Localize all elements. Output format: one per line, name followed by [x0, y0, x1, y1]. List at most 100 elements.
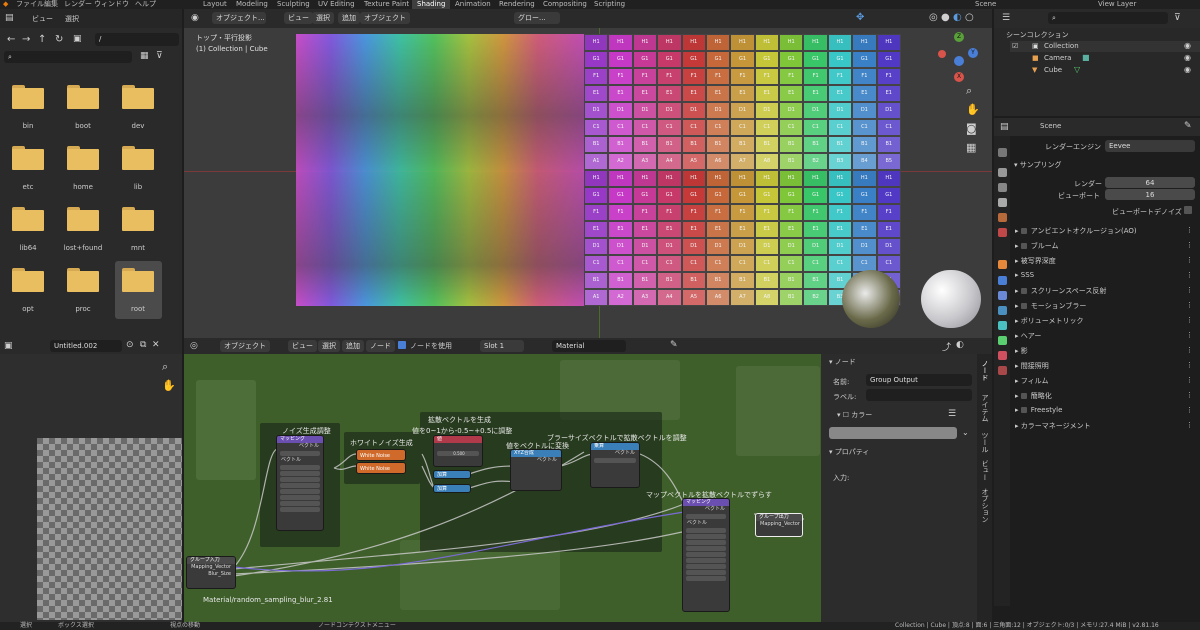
outliner-row-camera[interactable]: ■ Camera ■ ◉ — [1010, 53, 1200, 64]
node-rotation-y[interactable] — [686, 552, 726, 557]
view-layer-tab-icon[interactable] — [998, 198, 1007, 207]
folder-icon[interactable] — [12, 207, 44, 231]
navigation-gizmo[interactable]: Z Y X — [936, 32, 980, 84]
particles-tab-icon[interactable] — [998, 291, 1007, 300]
node-editor-icon[interactable]: ◎ — [190, 341, 198, 351]
section-presets-icon[interactable]: ⋮ — [1186, 316, 1193, 324]
node-scale-x[interactable] — [686, 564, 726, 569]
node-location-x[interactable] — [280, 465, 320, 470]
property-section-header[interactable]: ▸ 被写界深度 — [1015, 256, 1056, 266]
view-layer-name[interactable]: View Layer — [1098, 0, 1136, 9]
parent-dir-icon[interactable]: ↑ — [38, 34, 46, 45]
pan-hand-icon[interactable]: ✋ — [966, 103, 980, 116]
overlay-icon[interactable]: ◐ — [956, 340, 964, 350]
fb-menu-select[interactable]: 選択 — [65, 14, 79, 24]
property-section-header[interactable]: ▸ カラーマネージメント — [1015, 421, 1091, 431]
scene-name[interactable]: Scene — [975, 0, 996, 9]
back-icon[interactable]: ← — [7, 34, 15, 45]
image-new-icon[interactable]: ⧉ — [140, 340, 146, 350]
axis-y-icon[interactable]: Y — [968, 48, 978, 58]
section-checkbox[interactable] — [1020, 228, 1027, 234]
outliner-row-cube[interactable]: ▼ Cube ▽ ◉ — [1010, 65, 1200, 76]
node-rotation-x[interactable] — [686, 546, 726, 551]
render-engine-select[interactable]: Eevee — [1105, 140, 1195, 152]
parent-node-tree-icon[interactable]: ⤴ — [942, 340, 951, 353]
outliner-filter-icon[interactable]: ⊽ — [1174, 13, 1181, 23]
ne-menu-node[interactable]: ノード — [366, 340, 395, 352]
color-dropdown-icon[interactable]: ⌄ — [962, 428, 969, 437]
axis-neg-z-icon[interactable] — [954, 56, 964, 66]
section-presets-icon[interactable]: ⋮ — [1186, 241, 1193, 249]
tab-uv-editing[interactable]: UV Editing — [313, 0, 360, 9]
tab-animation[interactable]: Animation — [450, 0, 496, 9]
menu-help[interactable]: ヘルプ — [135, 0, 156, 9]
axis-x-icon[interactable]: X — [954, 72, 964, 82]
orientation-select[interactable]: グロー... — [514, 12, 560, 24]
property-section-header[interactable]: ▸ ボリューメトリック — [1015, 316, 1083, 326]
texture-tab-icon[interactable] — [998, 366, 1007, 375]
node-group-output[interactable]: グループ出力 Mapping_Vector — [755, 513, 803, 537]
object-tab-icon[interactable] — [998, 260, 1007, 269]
camera-view-icon[interactable]: ◙ — [966, 122, 977, 135]
image-zoom-icon[interactable]: ⌕ — [162, 360, 168, 374]
folder-icon[interactable] — [67, 146, 99, 170]
tab-rendering[interactable]: Rendering — [494, 0, 540, 9]
ne-menu-view[interactable]: ビュー — [288, 340, 317, 352]
section-presets-icon[interactable]: ⋮ — [1186, 256, 1193, 264]
node-value-field[interactable]: 0.500 — [437, 451, 479, 456]
tab-shading[interactable]: Shading — [412, 0, 451, 9]
outliner-editor-icon[interactable]: ☰ — [1002, 13, 1010, 23]
property-section-header[interactable]: ▸ モーションブラー — [1015, 301, 1086, 311]
tab-layout[interactable]: Layout — [198, 0, 232, 9]
properties-panel-header[interactable]: ▾ プロパティ — [829, 447, 869, 457]
folder-icon[interactable] — [12, 268, 44, 292]
node-scale-z[interactable] — [686, 576, 726, 581]
node-panel-header[interactable]: ▾ ノード — [829, 357, 856, 367]
render-tab-icon[interactable] — [998, 168, 1007, 177]
menu-file[interactable]: ファイル — [16, 0, 44, 9]
outliner-row-collection[interactable]: ☑ ▣ Collection ◉ — [1010, 41, 1200, 52]
node-rotation-y[interactable] — [280, 489, 320, 494]
tab-modeling[interactable]: Modeling — [231, 0, 273, 9]
node-mode-select[interactable]: オブジェクト — [220, 340, 270, 352]
folder-icon[interactable] — [67, 85, 99, 109]
constraints-tab-icon[interactable] — [998, 321, 1007, 330]
axis-neg-x-icon[interactable] — [938, 50, 946, 58]
render-samples-field[interactable]: 64 — [1105, 177, 1195, 188]
node-rotation-x[interactable] — [280, 483, 320, 488]
forward-icon[interactable]: → — [22, 34, 30, 45]
properties-editor-icon[interactable]: ▤ — [1000, 122, 1009, 132]
physics-tab-icon[interactable] — [998, 306, 1007, 315]
tab-scripting[interactable]: Scripting — [589, 0, 630, 9]
camera-visibility-icon[interactable]: ◉ — [1184, 53, 1191, 62]
node-math-value[interactable]: 値 0.500 — [433, 435, 483, 467]
node-white-noise-1[interactable]: White Noise Text... — [356, 449, 406, 461]
tab-node[interactable]: ノード — [980, 360, 990, 381]
section-checkbox[interactable] — [1020, 288, 1027, 294]
slot-select[interactable]: Slot 1 — [480, 340, 524, 352]
section-presets-icon[interactable]: ⋮ — [1186, 331, 1193, 339]
collection-visibility-icon[interactable]: ◉ — [1184, 41, 1191, 50]
ne-menu-add[interactable]: 追加 — [342, 340, 364, 352]
folder-icon[interactable] — [67, 207, 99, 231]
output-tab-icon[interactable] — [998, 183, 1007, 192]
material-tab-icon[interactable] — [998, 351, 1007, 360]
tab-options[interactable]: オプション — [980, 488, 990, 523]
node-color-swatch[interactable] — [829, 427, 957, 439]
section-presets-icon[interactable]: ⋮ — [1186, 226, 1193, 234]
node-group-input[interactable]: グループ入力 Mapping_Vector Blur_Size — [186, 556, 236, 589]
viewport-samples-field[interactable]: 16 — [1105, 189, 1195, 200]
viewport-denoise-checkbox[interactable] — [1184, 206, 1192, 214]
section-checkbox[interactable] — [1020, 407, 1027, 413]
property-section-header[interactable]: ▸ 簡略化 — [1015, 391, 1052, 401]
ortho-grid-icon[interactable]: ▦ — [966, 141, 976, 154]
section-checkbox[interactable] — [1020, 243, 1027, 249]
property-section-header[interactable]: ▸ アンビエントオクルージョン(AO) — [1015, 226, 1137, 236]
fb-menu-view[interactable]: ビュー — [32, 14, 53, 24]
sampling-panel-header[interactable]: ▾ サンプリング — [1014, 160, 1062, 170]
node-scale-z[interactable] — [280, 507, 320, 512]
tab-sculpting[interactable]: Sculpting — [272, 0, 315, 9]
section-presets-icon[interactable]: ⋮ — [1186, 421, 1193, 429]
folder-icon[interactable] — [122, 85, 154, 109]
section-presets-icon[interactable]: ⋮ — [1186, 271, 1193, 279]
